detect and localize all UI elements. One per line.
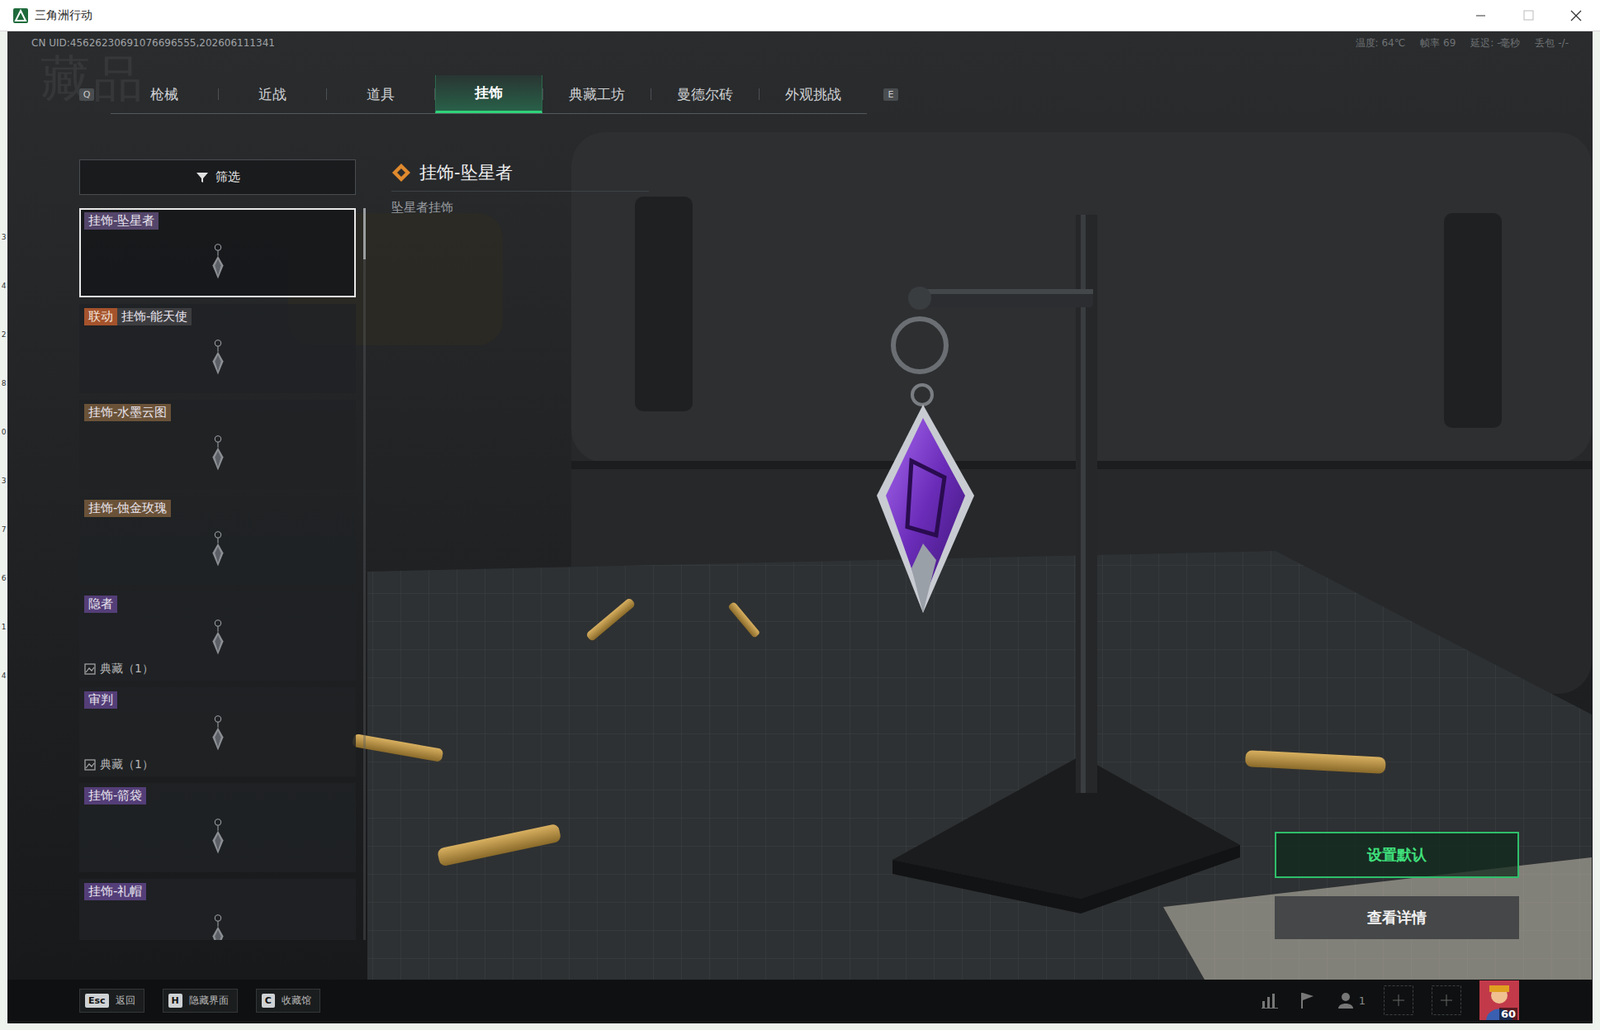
item-card[interactable]: 隐者 典藏（1） xyxy=(79,591,356,681)
item-list: 挂饰-坠星者 联动 挂饰-能天使 挂饰-水墨云图 挂饰-蚀金玫瑰 隐者 典藏（1… xyxy=(79,208,356,940)
stat: 丢包 -/- xyxy=(1534,36,1569,51)
minimize-icon[interactable] xyxy=(1456,0,1505,32)
charm-thumbnail-icon xyxy=(208,615,228,659)
rarity-diamond-icon xyxy=(391,162,412,183)
performance-stats: 温度: 64℃ 帧率 69 延迟: -毫秒丢包 -/- xyxy=(1355,36,1569,51)
row-number: 4 xyxy=(1,282,7,290)
hotkey-hint[interactable]: C 收藏馆 xyxy=(255,988,321,1013)
item-card[interactable]: 挂饰-水墨云图 xyxy=(79,399,356,489)
background-app-strip: 3 4 2 8 0 3 7 6 1 4 xyxy=(0,31,8,1023)
background-app-strip xyxy=(0,1022,1600,1030)
row-number: 0 xyxy=(1,428,7,436)
charm-thumbnail-icon xyxy=(208,910,228,941)
desktop: 三角洲行动 3 4 2 8 0 3 7 6 1 4 藏品 CN UID:4562623069107… xyxy=(0,0,1600,1030)
row-number: 7 xyxy=(1,525,7,534)
tab[interactable]: 曼德尔砖 xyxy=(651,75,759,114)
close-icon[interactable] xyxy=(1552,0,1600,32)
filter-icon xyxy=(195,170,209,185)
row-number: 1 xyxy=(1,623,7,631)
title-bar: 三角洲行动 xyxy=(0,0,1600,32)
item-card[interactable]: 挂饰-箭袋 xyxy=(79,782,356,872)
charm-thumbnail-icon xyxy=(208,711,228,755)
item-label: 审判 xyxy=(84,691,118,709)
stat: 温度: 64℃ xyxy=(1355,36,1406,51)
item-label: 隐者 xyxy=(84,595,118,613)
tab[interactable]: 近战 xyxy=(218,75,327,114)
flag-icon[interactable] xyxy=(1297,989,1318,1010)
person-icon xyxy=(1335,989,1356,1010)
party-button[interactable]: 1 xyxy=(1335,989,1366,1010)
item-card[interactable]: 联动 挂饰-能天使 xyxy=(79,303,356,393)
tab[interactable]: 道具 xyxy=(326,75,435,114)
item-label: 挂饰-水墨云图 xyxy=(84,403,171,422)
app-logo-icon xyxy=(13,8,29,24)
filter-button[interactable]: 筛选 xyxy=(79,159,356,195)
player-avatar[interactable]: 60 xyxy=(1479,979,1520,1020)
tab-bar: 枪械 近战 道具 挂饰 典藏工坊 曼德尔砖 外观挑战 xyxy=(110,75,867,114)
window-title: 三角洲行动 xyxy=(34,8,93,24)
detail-title: 挂饰-坠星者 xyxy=(419,160,513,185)
item-card[interactable]: 挂饰-礼帽 xyxy=(79,878,356,940)
item-label: 挂饰-坠星者 xyxy=(84,212,159,230)
bottom-bar: Esc 返回 H 隐藏界面 C 收藏馆 1 60 xyxy=(7,979,1593,1021)
collection-count: 典藏（1） xyxy=(84,757,351,772)
item-card[interactable]: 审判 典藏（1） xyxy=(79,686,356,777)
stats-chart-icon[interactable] xyxy=(1259,989,1280,1010)
add-member-plus-icon[interactable] xyxy=(1431,984,1462,1015)
player-level: 60 xyxy=(1499,1007,1518,1020)
collection-icon xyxy=(84,662,96,675)
row-number: 4 xyxy=(1,672,7,680)
charm-thumbnail-icon xyxy=(208,527,228,571)
charm-thumbnail-icon xyxy=(208,336,228,379)
game-area: 藏品 CN UID:45626230691076696555,202606111… xyxy=(7,31,1593,1023)
row-number: 8 xyxy=(1,379,7,388)
tab[interactable]: 挂饰 xyxy=(435,75,543,114)
item-card[interactable]: 挂饰-蚀金玫瑰 xyxy=(79,495,356,585)
hotkey-hint[interactable]: Esc 返回 xyxy=(79,988,145,1013)
action-button[interactable]: 查看详情 xyxy=(1274,895,1520,939)
tab[interactable]: 枪械 xyxy=(110,75,218,114)
maximize-icon[interactable] xyxy=(1504,0,1553,32)
tab[interactable]: 典藏工坊 xyxy=(543,75,651,114)
next-tab-key[interactable]: E xyxy=(883,88,899,101)
collab-tag: 联动 xyxy=(84,307,118,326)
item-label: 挂饰-箭袋 xyxy=(84,786,147,805)
add-member-plus-icon[interactable] xyxy=(1383,984,1414,1015)
charm-thumbnail-icon xyxy=(208,814,228,858)
hotkey-hint[interactable]: H 隐藏界面 xyxy=(162,988,238,1013)
charm-thumbnail-icon xyxy=(208,431,228,475)
row-number: 3 xyxy=(1,233,7,242)
row-number: 3 xyxy=(1,477,7,485)
detail-subtitle: 坠星者挂饰 xyxy=(391,199,1275,216)
row-number: 2 xyxy=(1,331,7,339)
page-title-watermark: 藏品 xyxy=(40,46,147,114)
list-scrollbar[interactable] xyxy=(363,208,366,940)
item-label: 挂饰-蚀金玫瑰 xyxy=(84,499,171,517)
charm-thumbnail-icon xyxy=(208,240,228,284)
collection-icon xyxy=(84,758,96,771)
background-app-strip xyxy=(1592,31,1600,1023)
stat: 延迟: -毫秒 xyxy=(1470,36,1520,51)
item-card[interactable]: 挂饰-坠星者 xyxy=(79,208,356,298)
stat: 帧率 69 xyxy=(1420,36,1456,51)
item-label: 挂饰-礼帽 xyxy=(84,882,147,900)
game-window: 三角洲行动 3 4 2 8 0 3 7 6 1 4 藏品 CN UID:4562623069107… xyxy=(0,0,1600,1030)
action-button[interactable]: 设置默认 xyxy=(1274,831,1520,878)
collection-count: 典藏（1） xyxy=(84,661,351,677)
item-label: 挂饰-能天使 xyxy=(117,307,192,326)
tab[interactable]: 外观挑战 xyxy=(759,75,867,114)
uid-label: CN UID:45626230691076696555,202606111341 xyxy=(31,37,275,49)
row-number: 6 xyxy=(1,574,7,583)
prev-tab-key[interactable]: Q xyxy=(79,88,95,101)
